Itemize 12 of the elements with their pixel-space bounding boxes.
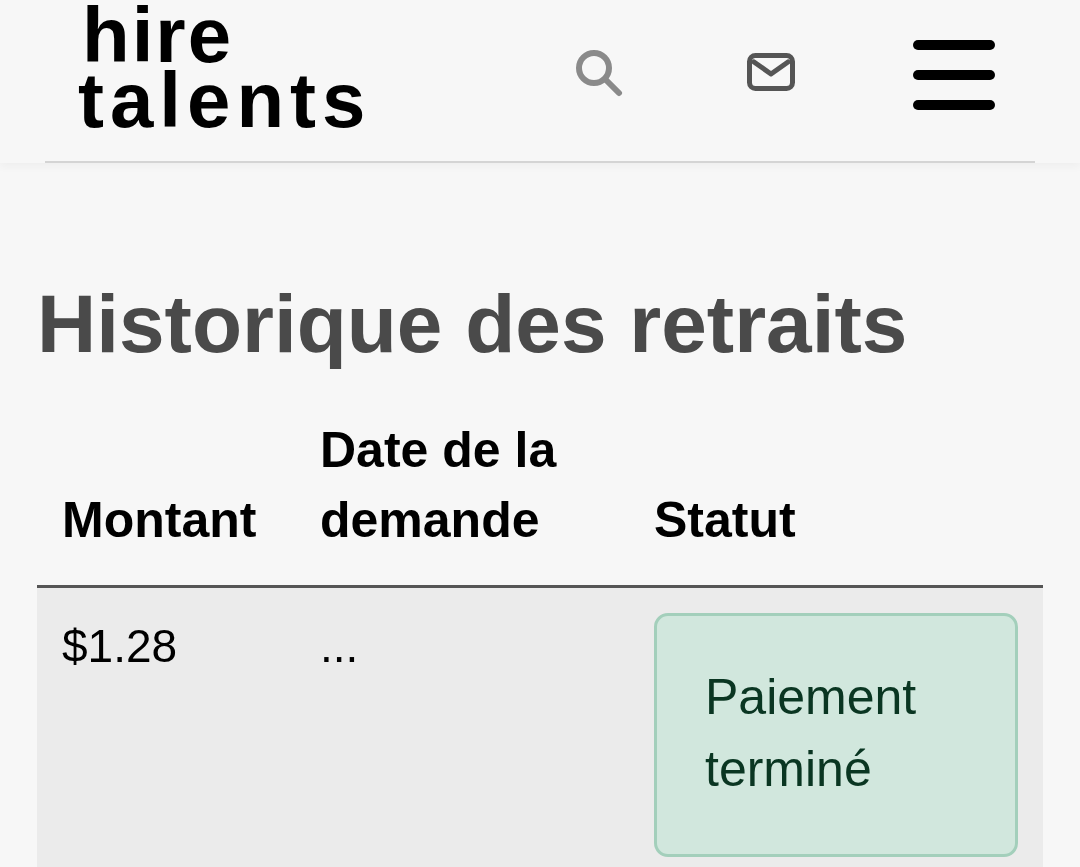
envelope-icon[interactable] xyxy=(747,53,795,91)
menu-icon[interactable] xyxy=(913,40,995,110)
table-cell-text: ... xyxy=(320,619,359,674)
table-header: Statut xyxy=(653,491,797,550)
status-badge: Paiement terminé xyxy=(654,613,1018,857)
table-header: Date de la demande xyxy=(319,421,558,550)
search-icon[interactable] xyxy=(575,49,623,97)
logo-text[interactable]: hire xyxy=(82,3,234,68)
table-cell-text: $1.28 xyxy=(62,619,178,674)
logo-text[interactable]: talents xyxy=(78,68,372,133)
page-title: Historique des retraits xyxy=(37,279,909,368)
table-header: Montant xyxy=(61,491,258,550)
